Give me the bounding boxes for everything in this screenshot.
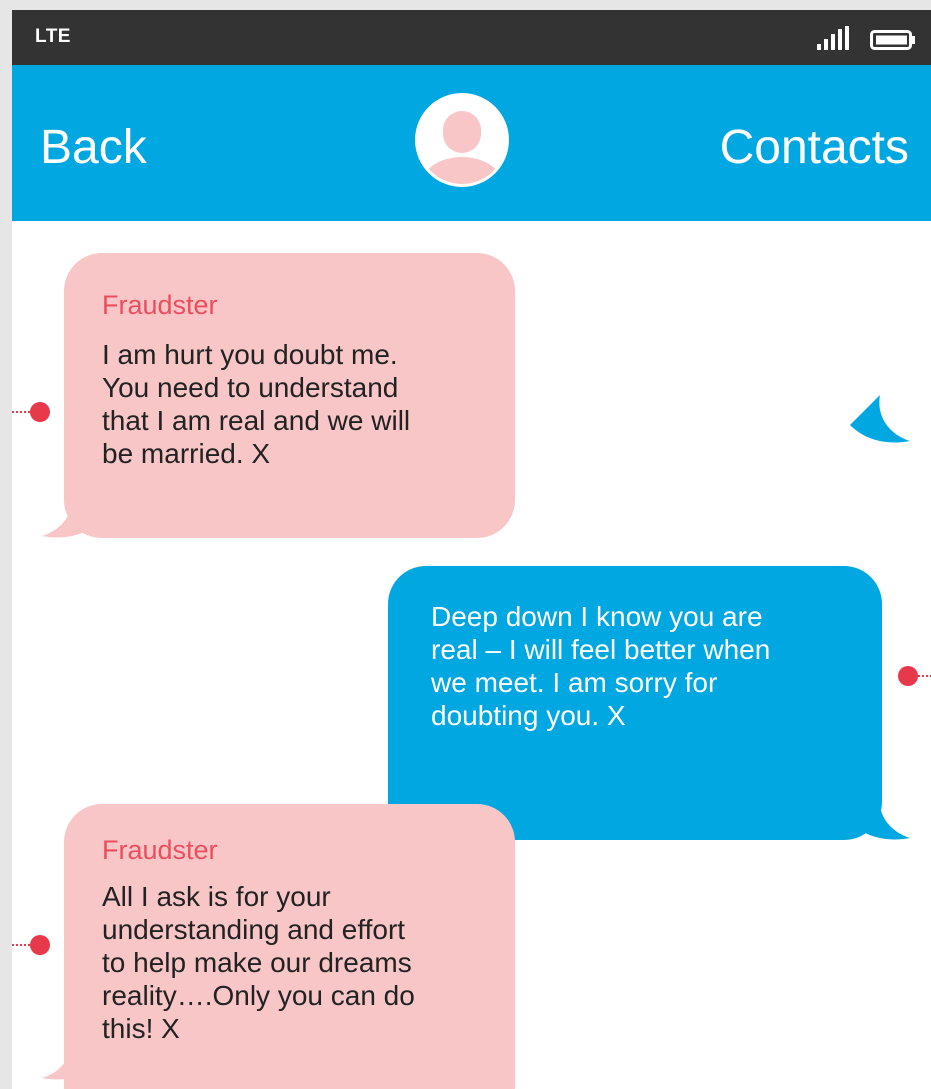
person-avatar-icon[interactable] [413, 91, 511, 189]
status-bar: LTE [12, 10, 931, 65]
signal-bars-icon [817, 26, 849, 50]
bubble-tail [850, 395, 910, 443]
message-line: reality….Only you can do [102, 980, 415, 1011]
message-line: understanding and effort [102, 914, 406, 945]
message-line: real – I will feel better when [431, 634, 771, 665]
contacts-button[interactable]: Contacts [720, 120, 909, 176]
annotation-pointer [898, 666, 931, 686]
phone-screen: LTE Back Contacts Fraudster I am hurt yo… [12, 10, 931, 1089]
nav-bar: Back Contacts [12, 65, 931, 221]
message-line: I am hurt you doubt me. [102, 339, 398, 370]
message-line: this! X [102, 1013, 180, 1044]
message-line: doubting you. X [431, 700, 626, 731]
bubble-tail [850, 792, 910, 840]
battery-icon [870, 30, 915, 50]
message-line: All I ask is for your [102, 881, 331, 912]
back-button[interactable]: Back [40, 120, 147, 176]
carrier-label: LTE [35, 26, 71, 47]
message-line: we meet. I am sorry for [431, 667, 718, 698]
message-line: You need to understand [102, 372, 399, 403]
sender-name: Fraudster [102, 290, 218, 320]
message-line: that I am real and we will [102, 405, 411, 436]
message-bubble-outgoing[interactable]: Deep down I know you are real – I will f… [388, 566, 882, 840]
message-line: be married. X [102, 438, 271, 469]
message-bubble-incoming[interactable]: Fraudster I am hurt you doubt me. You ne… [64, 253, 515, 538]
message-line: to help make our dreams [102, 947, 412, 978]
message-bubble-incoming[interactable]: Fraudster All I ask is for your understa… [64, 804, 515, 1089]
sender-name: Fraudster [102, 835, 218, 865]
annotation-pointer [12, 402, 50, 422]
message-line: Deep down I know you are [431, 601, 763, 632]
annotation-pointer [12, 935, 50, 955]
